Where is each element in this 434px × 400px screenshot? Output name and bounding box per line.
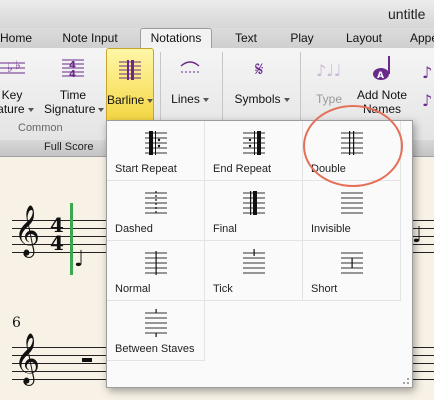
tab-notations[interactable]: Notations: [140, 28, 212, 48]
time-signature-button[interactable]: 4 4 Time Signature: [44, 48, 105, 126]
window-title: untitle: [388, 6, 426, 22]
barline-option-label: Invisible: [311, 223, 351, 235]
measure-number: 6: [12, 315, 21, 331]
symbols-button[interactable]: 𝄋 Symbols: [230, 48, 294, 126]
barline-option-normal[interactable]: Normal: [107, 241, 205, 301]
key-signature-label-2: nature: [0, 102, 25, 116]
tab-layout[interactable]: Layout: [336, 29, 392, 47]
barline-option-end-repeat[interactable]: End Repeat: [205, 121, 303, 181]
svg-text:♪: ♪: [422, 91, 432, 110]
full-score-tab[interactable]: Full Score: [44, 141, 94, 153]
add-note-names-label-1: Add Note: [356, 88, 408, 102]
barline-option-label: Between Staves: [115, 343, 195, 355]
note-icon: ♩: [74, 247, 85, 272]
tab-play[interactable]: Play: [280, 29, 324, 47]
ribbon-separator: [300, 52, 301, 122]
ribbon-separator: [222, 52, 223, 122]
end-repeat-barline-icon: [242, 131, 265, 155]
tick-barline-icon: [242, 249, 265, 274]
symbols-icon: 𝄋: [255, 57, 264, 81]
barline-option-short[interactable]: Short: [303, 241, 401, 301]
barline-dropdown: Start Repeat End Repeat Double Dashed Fi…: [106, 105, 413, 388]
barline-option-dashed[interactable]: Dashed: [107, 181, 205, 241]
barline-label: Barline: [107, 93, 145, 107]
chevron-down-icon: [27, 107, 34, 112]
svg-text:♭: ♭: [7, 61, 13, 75]
svg-text:♭: ♭: [15, 58, 21, 72]
selection-cursor: [70, 203, 73, 275]
title-bar: untitle: [0, 0, 434, 29]
rest-icon: [82, 358, 92, 362]
barline-option-label: Dashed: [115, 223, 153, 235]
key-signature-button[interactable]: ♭ ♭ Keynature: [0, 48, 38, 126]
ribbon-group-common: Common: [18, 122, 63, 134]
notes-icon: ♪ ♪: [422, 63, 432, 110]
ribbon-tab-row: Home Note Input Notations Text Play Layo…: [0, 28, 434, 49]
lines-label: Lines: [171, 92, 200, 106]
barline-option-label: End Repeat: [213, 163, 272, 175]
short-barline-icon: [340, 252, 363, 274]
start-repeat-barline-icon: [144, 131, 167, 155]
barline-option-between-staves[interactable]: Between Staves: [107, 301, 205, 361]
chevron-down-icon: [283, 97, 290, 102]
time-signature-label-2: Signature: [44, 102, 96, 116]
time-signature-icon: 4 4: [62, 59, 84, 80]
type-label: Type: [315, 92, 342, 106]
svg-text:♪: ♪: [422, 63, 432, 82]
lines-icon: [180, 61, 200, 73]
annotation-circle: [303, 105, 403, 187]
barline-icon: [119, 60, 141, 80]
barline-option-start-repeat[interactable]: Start Repeat: [107, 121, 205, 181]
barline-option-label: Final: [213, 223, 237, 235]
barline-option-final[interactable]: Final: [205, 181, 303, 241]
svg-text:♪♩♩: ♪♩♩: [316, 61, 341, 80]
key-signature-icon: ♭ ♭: [0, 58, 25, 75]
note-name-icon: A: [373, 56, 390, 81]
notes-icon: ♪♩♩: [316, 61, 341, 80]
key-signature-label-1: Key: [1, 88, 23, 102]
note-icon: ♩: [412, 223, 423, 248]
ribbon-separator: [160, 52, 161, 122]
between-staves-barline-icon: [144, 309, 167, 337]
invisible-barline-icon: [340, 192, 363, 214]
svg-text:𝄋: 𝄋: [255, 57, 264, 81]
final-barline-icon: [242, 191, 265, 215]
symbols-label: Symbols: [234, 92, 281, 106]
barline-button[interactable]: Barline: [106, 48, 154, 128]
chevron-down-icon: [98, 107, 105, 112]
normal-barline-icon: [144, 251, 167, 275]
time-signature-label-1: Time: [59, 88, 87, 102]
barline-option-tick[interactable]: Tick: [205, 241, 303, 301]
treble-clef-icon: 𝄞: [14, 205, 41, 256]
treble-clef-icon: 𝄞: [14, 333, 41, 384]
barline-option-invisible[interactable]: Invisible: [303, 181, 401, 241]
svg-text:4: 4: [69, 69, 76, 80]
barline-option-label: Normal: [115, 283, 151, 295]
tab-home[interactable]: Home: [0, 29, 32, 47]
chevron-down-icon: [147, 98, 154, 103]
barline-option-label: Short: [311, 283, 338, 295]
tab-text[interactable]: Text: [224, 29, 268, 47]
barline-option-label: Start Repeat: [115, 163, 177, 175]
barline-option-label: Tick: [213, 283, 233, 295]
lines-button[interactable]: Lines: [164, 48, 216, 126]
svg-text:A: A: [377, 71, 384, 81]
tab-appearance[interactable]: Appe: [404, 29, 434, 47]
tab-note-input[interactable]: Note Input: [54, 29, 126, 47]
chevron-down-icon: [202, 97, 209, 102]
resize-grip-icon[interactable]: [400, 375, 410, 385]
time-signature-bottom: 4: [50, 231, 64, 255]
dashed-barline-icon: [144, 191, 167, 215]
